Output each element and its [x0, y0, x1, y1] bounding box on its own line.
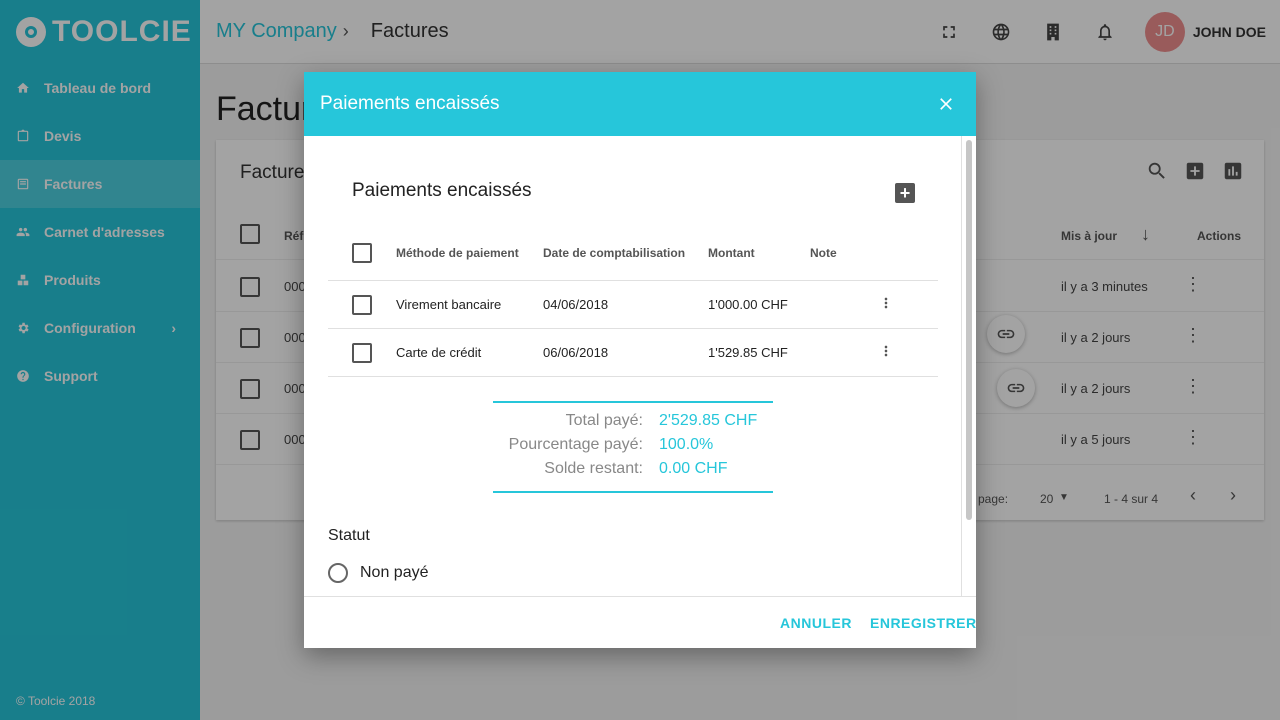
close-icon[interactable]: [936, 94, 956, 114]
scrollbar[interactable]: [966, 140, 972, 520]
payment-amount: 1'000.00 CHF: [708, 297, 788, 312]
total-paid-value: 2'529.85 CHF: [659, 412, 758, 429]
more-vert-icon[interactable]: [878, 341, 894, 361]
dialog-body: Paiements encaissés + Méthode de paiemen…: [304, 136, 976, 596]
percent-paid-value: 100.0%: [659, 436, 714, 453]
status-heading: Statut: [328, 527, 370, 544]
payments-table: Méthode de paiement Date de comptabilisa…: [328, 228, 938, 377]
balance-label: Solde restant:: [544, 460, 643, 477]
payment-date: 04/06/2018: [543, 297, 609, 312]
add-payment-button[interactable]: +: [895, 183, 915, 203]
payment-summary: Total payé: 2'529.85 CHF Pourcentage pay…: [493, 401, 773, 493]
select-all-checkbox[interactable]: [352, 243, 372, 263]
radio-label: Non payé: [360, 564, 429, 581]
summary-percent: Pourcentage payé: 100.0%: [493, 436, 773, 458]
column-amount[interactable]: Montant: [708, 246, 755, 260]
summary-balance: Solde restant: 0.00 CHF: [493, 460, 773, 482]
section-title: Paiements encaissés: [352, 180, 532, 201]
row-checkbox[interactable]: [352, 343, 372, 363]
balance-value: 0.00 CHF: [659, 460, 728, 477]
payment-method: Carte de crédit: [396, 345, 482, 360]
save-button[interactable]: ENREGISTRER: [870, 615, 976, 631]
column-method[interactable]: Méthode de paiement: [396, 246, 519, 260]
total-paid-label: Total payé:: [565, 412, 643, 429]
dialog-header: Paiements encaissés: [304, 72, 976, 136]
column-note[interactable]: Note: [810, 246, 837, 260]
payment-method: Virement bancaire: [396, 297, 502, 312]
status-option-unpaid[interactable]: Non payé: [328, 563, 429, 583]
table-row[interactable]: Carte de crédit 06/06/2018 1'529.85 CHF: [328, 329, 938, 377]
scroll-track: [961, 136, 962, 596]
column-date[interactable]: Date de comptabilisation: [543, 246, 685, 260]
payment-amount: 1'529.85 CHF: [708, 345, 788, 360]
percent-paid-label: Pourcentage payé:: [508, 436, 643, 453]
payment-date: 06/06/2018: [543, 345, 609, 360]
table-row[interactable]: Virement bancaire 04/06/2018 1'000.00 CH…: [328, 281, 938, 329]
dialog-footer: ANNULER ENREGISTRER: [304, 596, 976, 648]
more-vert-icon[interactable]: [878, 293, 894, 313]
payments-dialog: Paiements encaissés Paiements encaissés …: [304, 72, 976, 648]
summary-total: Total payé: 2'529.85 CHF: [493, 412, 773, 434]
row-checkbox[interactable]: [352, 295, 372, 315]
dialog-title: Paiements encaissés: [320, 93, 500, 114]
table-header: Méthode de paiement Date de comptabilisa…: [328, 228, 938, 281]
cancel-button[interactable]: ANNULER: [780, 615, 852, 631]
radio-button[interactable]: [328, 563, 348, 583]
